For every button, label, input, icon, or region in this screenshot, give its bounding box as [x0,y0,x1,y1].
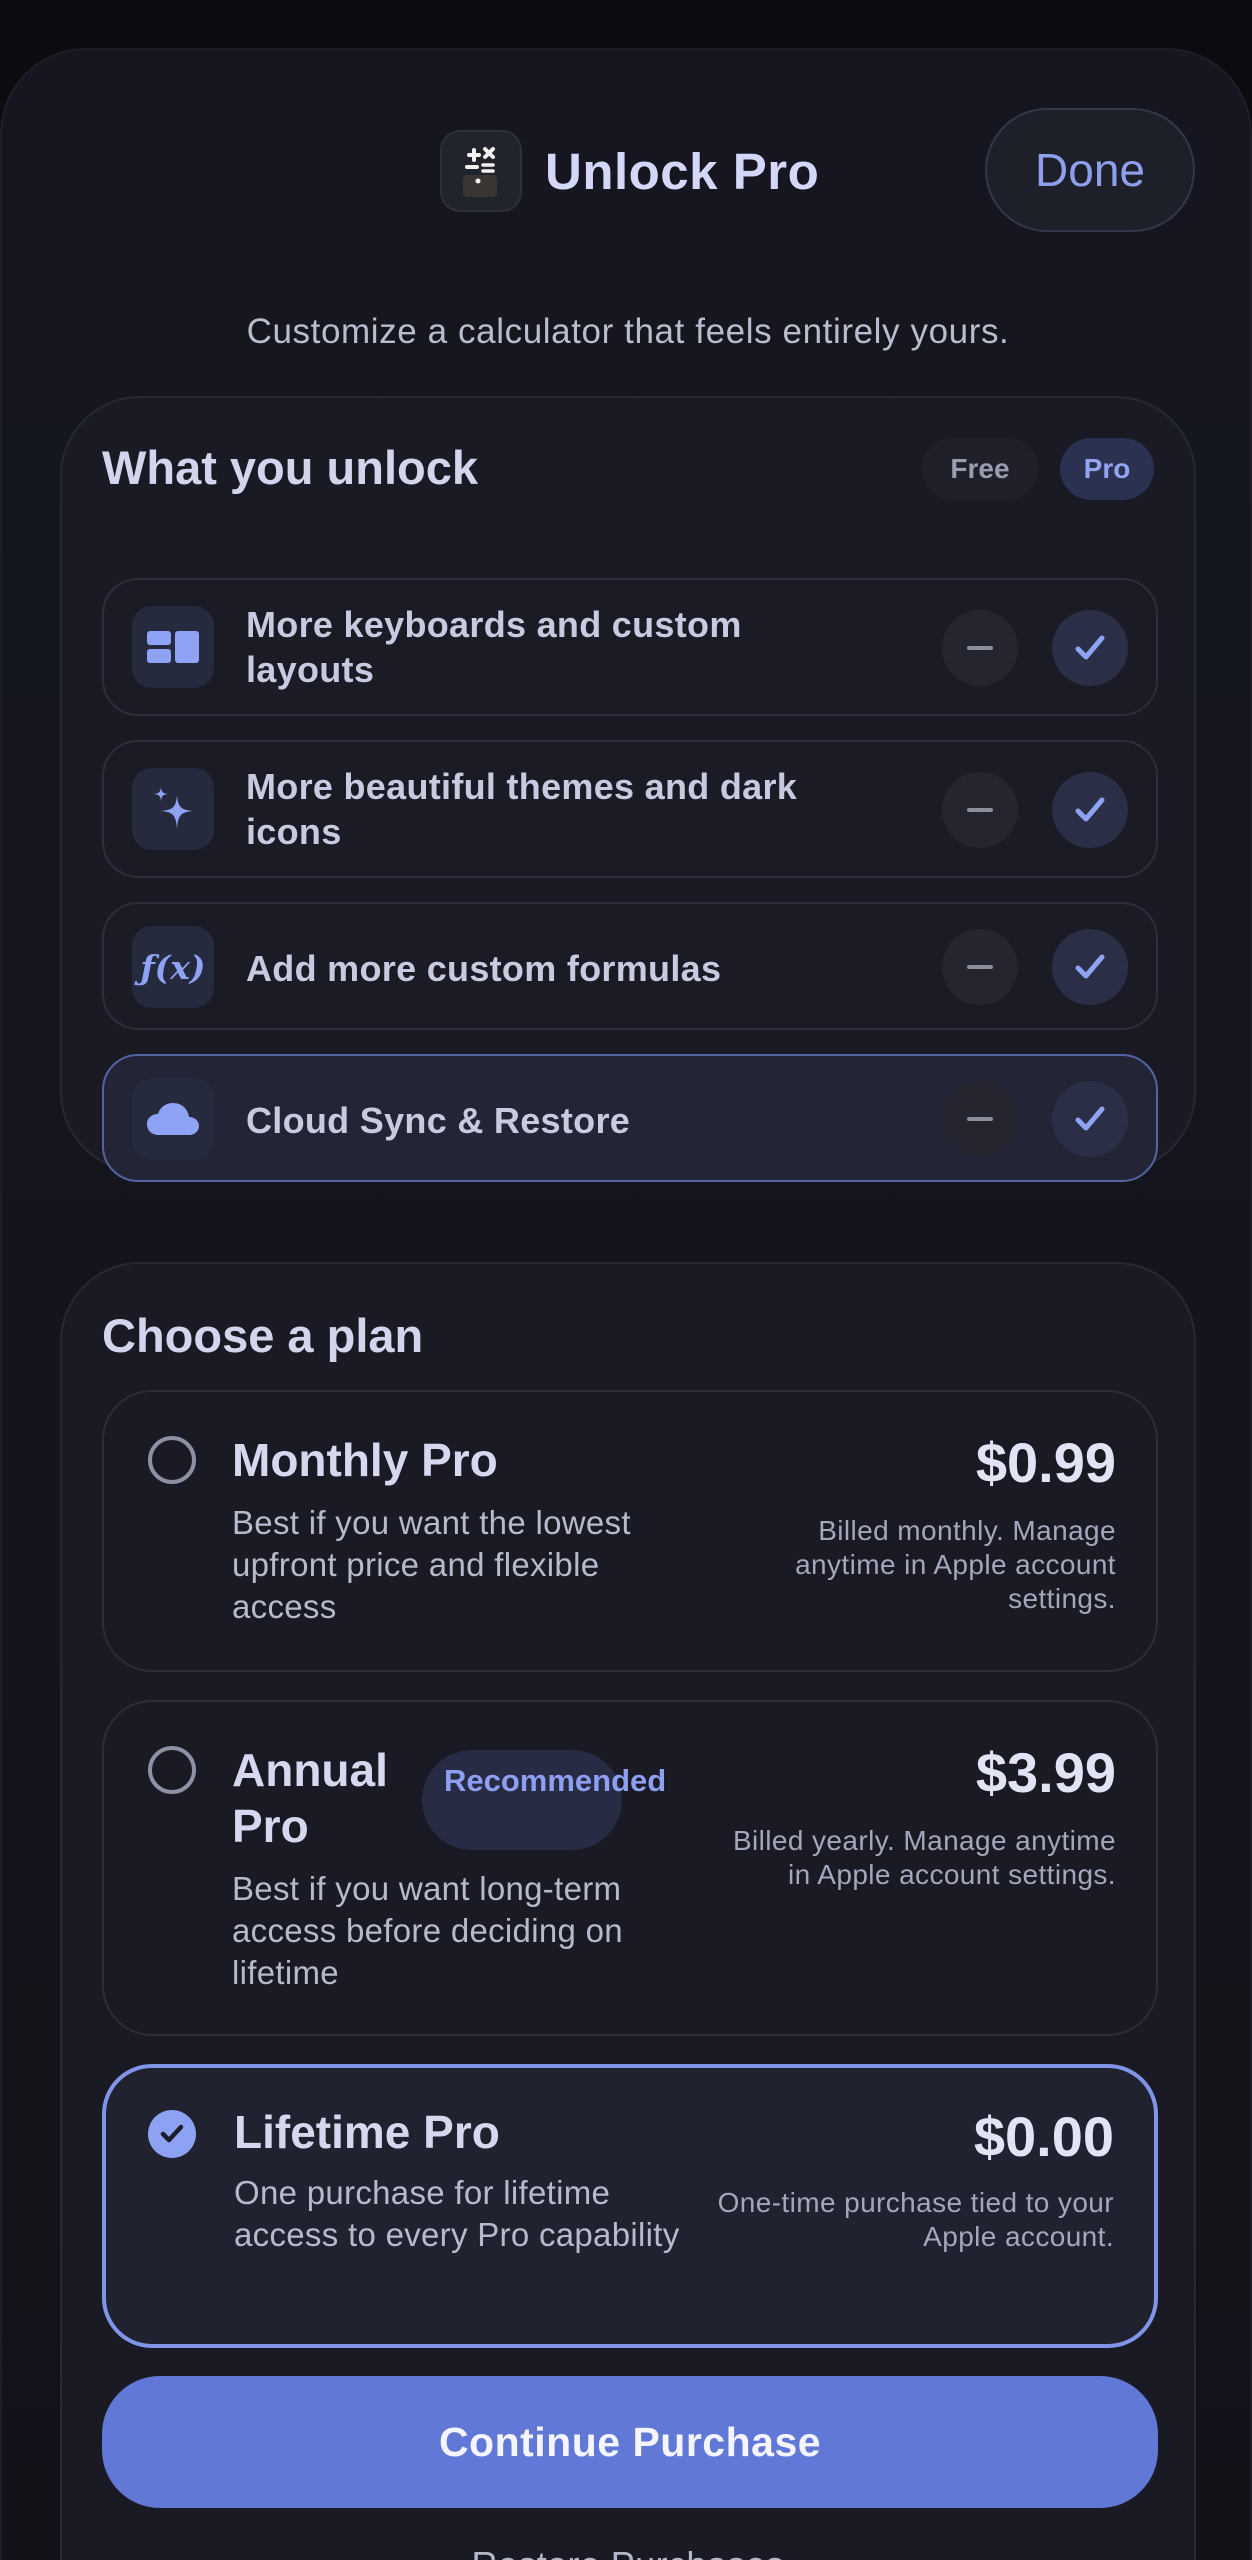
feature-row-cloud-sync: Cloud Sync & Restore [102,1054,1158,1182]
plan-billing-note: One-time purchase tied to your Apple acc… [717,2187,1114,2252]
feature-row-keyboards: More keyboards and custom layouts [102,578,1158,716]
feature-label: More beautiful themes and dark icons [246,766,798,852]
feature-row-themes: More beautiful themes and dark icons [102,740,1158,878]
feature-label: More keyboards and custom layouts [246,604,742,690]
feature-label: Cloud Sync & Restore [246,1100,631,1141]
plan-name: Monthly Pro [232,1434,498,1486]
plan-description: One purchase for lifetime access to ever… [234,2174,680,2253]
plan-billing-note: Billed monthly. Manage anytime in Apple … [795,1515,1116,1614]
free-column-label: Free [922,438,1038,500]
plan-radio-unselected[interactable] [148,1436,196,1484]
feature-label: Add more custom formulas [246,948,722,989]
app-icon [440,130,522,212]
plan-price: $0.00 [973,2105,1114,2168]
plan-option-monthly[interactable]: Monthly Pro Best if you want the lowest … [102,1390,1158,1672]
plan-option-lifetime[interactable]: Lifetime Pro One purchase for lifetime a… [102,2064,1158,2348]
pro-check-icon [1052,929,1128,1005]
calculator-sparkle-icon [463,147,497,197]
free-dash-icon [942,929,1018,1005]
recommended-badge: Recommended [422,1750,666,1850]
restore-purchases-link[interactable]: Restore Purchases [62,2544,1194,2560]
page-subtitle: Customize a calculator that feels entire… [246,312,1010,351]
plan-price: $3.99 [975,1741,1116,1804]
done-button[interactable]: Done [985,108,1195,232]
plan-name: Annual Pro [232,1744,388,1852]
free-dash-icon [942,1081,1018,1157]
free-dash-icon [942,772,1018,848]
feature-row-formulas: ƒ(x) Add more custom formulas [102,902,1158,1030]
function-icon: ƒ(x) [132,926,214,1008]
cloud-icon [132,1078,214,1160]
plan-radio-unselected[interactable] [148,1746,196,1794]
plan-card: Choose a plan Monthly Pro Best if you wa… [60,1262,1196,2560]
free-dash-icon [942,610,1018,686]
plan-radio-selected-icon[interactable] [148,2110,196,2158]
plan-card-title: Choose a plan [102,1309,424,1362]
pro-check-icon [1052,772,1128,848]
continue-purchase-button[interactable]: Continue Purchase [102,2376,1158,2508]
plan-billing-note: Billed yearly. Manage anytime in Apple a… [732,1825,1116,1890]
paywall-sheet: Unlock Pro Done Customize a calculator t… [0,48,1252,2560]
keyboard-layout-icon [132,606,214,688]
plan-description: Best if you want long-term access before… [232,1870,623,1991]
pro-check-icon [1052,1081,1128,1157]
unlock-card-title: What you unlock [102,441,478,494]
plan-option-annual[interactable]: Annual Pro Recommended Best if you want … [102,1700,1158,2036]
plan-name: Lifetime Pro [234,2106,500,2158]
pro-check-icon [1052,610,1128,686]
page-title: Unlock Pro [545,143,820,200]
plan-price: $0.99 [975,1431,1116,1494]
sparkle-icon [132,768,214,850]
pro-column-label: Pro [1060,438,1154,500]
unlock-card: What you unlock Free Pro More keyboards … [60,396,1196,1182]
plan-description: Best if you want the lowest upfront pric… [232,1504,631,1625]
